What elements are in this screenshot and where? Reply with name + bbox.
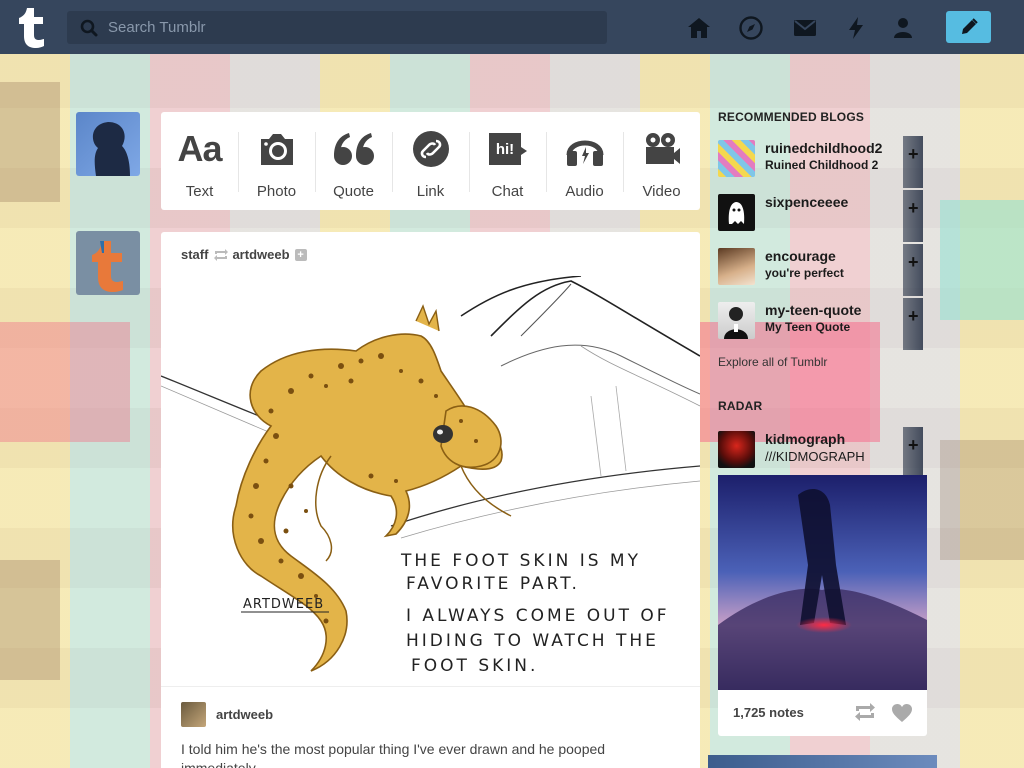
user-avatar[interactable] — [76, 112, 140, 176]
svg-text:THE FOOT SKIN IS MY: THE FOOT SKIN IS MY — [400, 551, 641, 571]
background-photo-tile — [940, 200, 1024, 320]
reblog-author-name[interactable]: artdweeb — [216, 707, 273, 722]
post-type-label: Text — [185, 183, 214, 200]
blog-title: you're perfect — [765, 266, 844, 280]
post-type-label: Link — [416, 183, 445, 200]
reblogger-link[interactable]: staff — [181, 247, 208, 262]
inbox-icon[interactable] — [792, 15, 818, 41]
follow-plus-icon[interactable]: + — [908, 144, 919, 165]
headphones-icon — [566, 140, 603, 166]
blog-avatar[interactable] — [718, 140, 755, 177]
link-icon — [412, 131, 449, 167]
activity-icon[interactable] — [843, 15, 869, 41]
blog-name[interactable]: sixpenceeee — [765, 194, 848, 210]
blog-avatar[interactable] — [718, 194, 755, 231]
explore-icon[interactable] — [738, 15, 764, 41]
recommended-blogs-heading: RECOMMENDED BLOGS — [718, 110, 865, 124]
blog-name[interactable]: encourage — [765, 248, 836, 264]
follow-plus-icon[interactable]: + — [908, 252, 919, 273]
radar-heading: RADAR — [718, 399, 763, 413]
text-icon: Aa — [177, 128, 222, 169]
follow-plus-icon[interactable]: + — [908, 198, 919, 219]
background-photo-tile — [940, 440, 1024, 560]
blog-title: My Teen Quote — [765, 320, 851, 334]
post-type-label: Photo — [256, 183, 297, 200]
dashboard-post: staff artdweeb + ARTDWEEB THE FOOT SKIN … — [161, 232, 700, 768]
search-icon — [80, 19, 98, 36]
blog-name[interactable]: kidmograph — [765, 431, 845, 447]
svg-text:HIDING TO WATCH THE: HIDING TO WATCH THE — [406, 631, 659, 651]
post-photo[interactable]: ARTDWEEB THE FOOT SKIN IS MY FAVORITE PA… — [161, 275, 700, 686]
background-photo-tile — [0, 322, 130, 442]
post-caption: I told him he's the most popular thing I… — [181, 741, 606, 768]
post-type-label: Chat — [491, 183, 524, 200]
background-photo-tile — [0, 82, 60, 202]
post-type-video[interactable]: Video — [623, 112, 700, 210]
post-type-label: Quote — [333, 183, 374, 200]
radar-post-footer: 1,725 notes — [718, 690, 927, 736]
post-type-text[interactable]: Aa Text — [161, 112, 238, 210]
post-type-label: Video — [642, 183, 681, 200]
blog-title: Ruined Childhood 2 — [765, 158, 879, 172]
post-header: staff artdweeb + — [181, 247, 307, 262]
quote-icon — [333, 133, 374, 165]
recommended-blog-item[interactable]: my-teen-quote My Teen Quote + — [718, 298, 928, 350]
reblog-author-avatar[interactable] — [181, 702, 206, 727]
recommended-blog-item[interactable]: encourage you're perfect + — [718, 244, 928, 296]
radar-post-image[interactable] — [718, 475, 927, 690]
follow-plus-icon[interactable]: + — [294, 248, 307, 261]
post-divider — [161, 686, 700, 687]
post-type-chat[interactable]: hi! Chat — [469, 112, 546, 210]
reblog-icon — [214, 248, 229, 261]
top-navigation-bar — [0, 0, 1024, 54]
follow-plus-icon[interactable]: + — [908, 306, 919, 327]
post-type-link[interactable]: Link — [392, 112, 469, 210]
follow-plus-icon[interactable]: + — [908, 435, 919, 456]
blog-title: ///KIDMOGRAPH — [765, 449, 865, 464]
post-type-label: Audio — [565, 183, 604, 200]
blog-name[interactable]: my-teen-quote — [765, 302, 861, 318]
post-type-audio[interactable]: Audio — [546, 112, 623, 210]
svg-text:I ALWAYS COME OUT OF: I ALWAYS COME OUT OF — [406, 606, 670, 626]
background-photo-tile — [0, 560, 60, 680]
heart-icon[interactable] — [891, 703, 913, 723]
blog-avatar[interactable] — [718, 302, 755, 339]
blog-avatar[interactable] — [76, 231, 140, 295]
source-blog-link[interactable]: artdweeb — [232, 247, 289, 262]
recommended-blog-item[interactable]: ruinedchildhood2 Ruined Childhood 2 + — [718, 136, 928, 188]
tumblr-logo-icon[interactable] — [16, 6, 50, 48]
pencil-icon — [961, 18, 978, 34]
account-icon[interactable] — [890, 15, 916, 41]
search-input[interactable] — [108, 19, 588, 36]
svg-text:ARTDWEEB: ARTDWEEB — [243, 597, 324, 612]
next-radar-preview — [708, 755, 937, 768]
recommended-blog-item[interactable]: sixpenceeee + — [718, 190, 928, 242]
blog-avatar[interactable] — [718, 248, 755, 285]
post-type-photo[interactable]: Photo — [238, 112, 315, 210]
search-bar[interactable] — [67, 11, 607, 44]
notes-count[interactable]: 1,725 notes — [733, 705, 804, 720]
radar-blog-item[interactable]: kidmograph ///KIDMOGRAPH + — [718, 427, 928, 479]
svg-text:hi!: hi! — [495, 141, 513, 158]
explore-link[interactable]: Explore all of Tumblr — [718, 355, 827, 369]
post-type-quote[interactable]: Quote — [315, 112, 392, 210]
svg-text:FAVORITE PART.: FAVORITE PART. — [406, 574, 580, 594]
compose-button[interactable] — [946, 11, 991, 43]
blog-name[interactable]: ruinedchildhood2 — [765, 140, 882, 156]
svg-text:FOOT SKIN.: FOOT SKIN. — [411, 656, 538, 676]
home-icon[interactable] — [686, 15, 712, 41]
reblog-author: artdweeb — [181, 702, 273, 727]
post-type-bar: Aa Text Photo Quote Link hi! Chat Audio … — [161, 112, 700, 210]
blog-avatar[interactable] — [718, 431, 755, 468]
reblog-icon[interactable] — [854, 703, 876, 721]
video-camera-icon — [645, 133, 680, 164]
camera-icon — [260, 134, 293, 165]
chat-icon: hi! — [488, 133, 527, 165]
